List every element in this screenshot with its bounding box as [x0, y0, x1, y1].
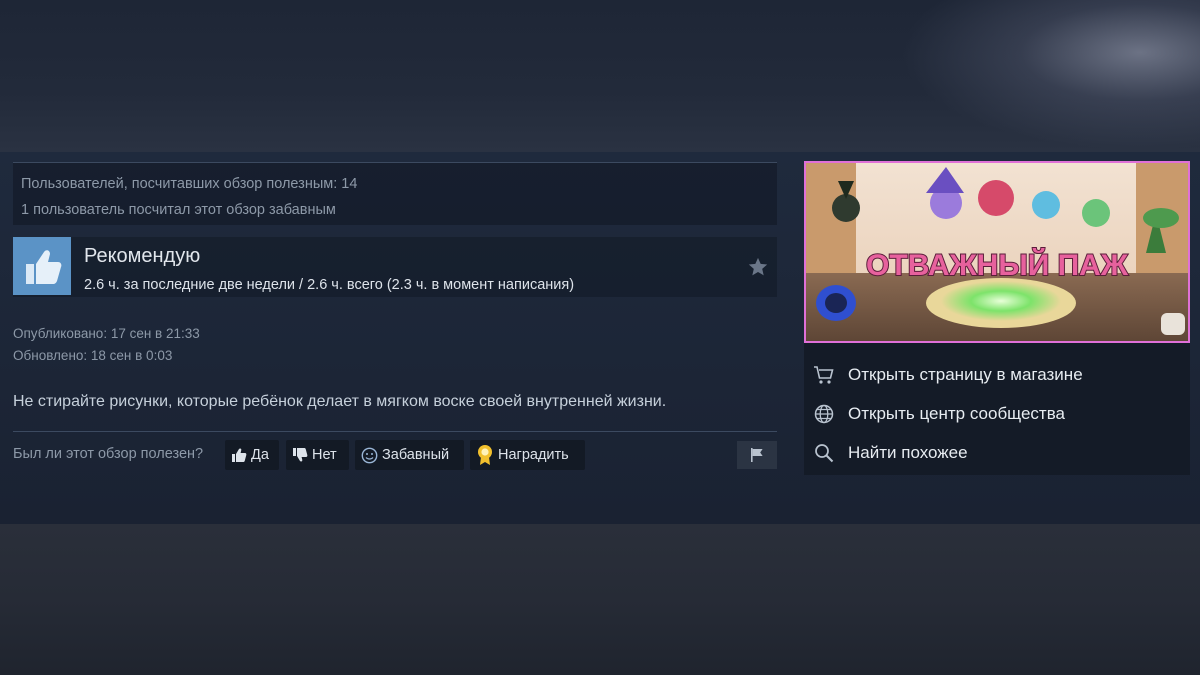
- helpful-bar: Был ли этот обзор полезен? Да Нет Забавн…: [13, 440, 777, 480]
- award-label: Наградить: [498, 447, 569, 463]
- background-bottom: [0, 524, 1200, 675]
- vote-yes-button[interactable]: Да: [225, 440, 279, 470]
- vote-funny-button[interactable]: Забавный: [355, 440, 464, 470]
- thumbs-up-small-icon: [232, 448, 247, 462]
- award-icon: [478, 445, 492, 465]
- vote-yes-label: Да: [251, 447, 269, 463]
- community-hub-link[interactable]: Открыть центр сообщества: [812, 394, 1182, 433]
- recommendation-title[interactable]: Рекомендую: [84, 245, 200, 268]
- award-button[interactable]: Наградить: [470, 440, 585, 470]
- game-side-panel: ОТВАЖНЫЙ ПАЖ Открыть страницу в магазине…: [804, 161, 1190, 475]
- helpful-count: Пользователей, посчитавших обзор полезны…: [21, 176, 358, 192]
- store-page-label: Открыть страницу в магазине: [848, 364, 1083, 384]
- thumbs-down-small-icon: [293, 448, 308, 462]
- vote-no-button[interactable]: Нет: [286, 440, 349, 470]
- cart-icon: [812, 363, 836, 387]
- thumbs-up-icon: [13, 237, 71, 295]
- funny-count: 1 пользователь посчитал этот обзор забав…: [21, 202, 336, 218]
- review-dates: Опубликовано: 17 сен в 21:33 Обновлено: …: [13, 323, 777, 367]
- community-hub-label: Открыть центр сообщества: [848, 403, 1066, 423]
- game-links: Открыть страницу в магазине Открыть цент…: [812, 355, 1182, 472]
- flag-icon: [751, 448, 763, 462]
- background-glow: [900, 0, 1200, 150]
- divider: [13, 431, 777, 432]
- review-body: Не стирайте рисунки, которые ребёнок дел…: [13, 393, 667, 410]
- review-panel: Пользователей, посчитавших обзор полезны…: [13, 162, 777, 480]
- store-page-link[interactable]: Открыть страницу в магазине: [812, 355, 1182, 394]
- updated-date: Обновлено: 18 сен в 0:03: [13, 348, 173, 363]
- playtime: 2.6 ч. за последние две недели / 2.6 ч. …: [84, 277, 575, 293]
- game-capsule-image[interactable]: ОТВАЖНЫЙ ПАЖ: [804, 161, 1190, 343]
- globe-icon: [812, 402, 836, 426]
- capsule-title: ОТВАЖНЫЙ ПАЖ: [866, 248, 1129, 282]
- vote-funny-label: Забавный: [382, 447, 450, 463]
- find-similar-link[interactable]: Найти похожее: [812, 433, 1182, 472]
- review-stats: Пользователей, посчитавших обзор полезны…: [13, 162, 777, 225]
- flag-button[interactable]: [737, 441, 777, 469]
- find-similar-label: Найти похожее: [848, 442, 968, 462]
- helpful-question: Был ли этот обзор полезен?: [13, 446, 204, 462]
- star-icon[interactable]: [747, 256, 769, 278]
- posted-date: Опубликовано: 17 сен в 21:33: [13, 326, 200, 341]
- search-icon: [812, 441, 836, 465]
- recommendation-header: Рекомендую 2.6 ч. за последние две недел…: [13, 237, 777, 297]
- smile-icon: [361, 447, 378, 463]
- vote-no-label: Нет: [312, 447, 337, 463]
